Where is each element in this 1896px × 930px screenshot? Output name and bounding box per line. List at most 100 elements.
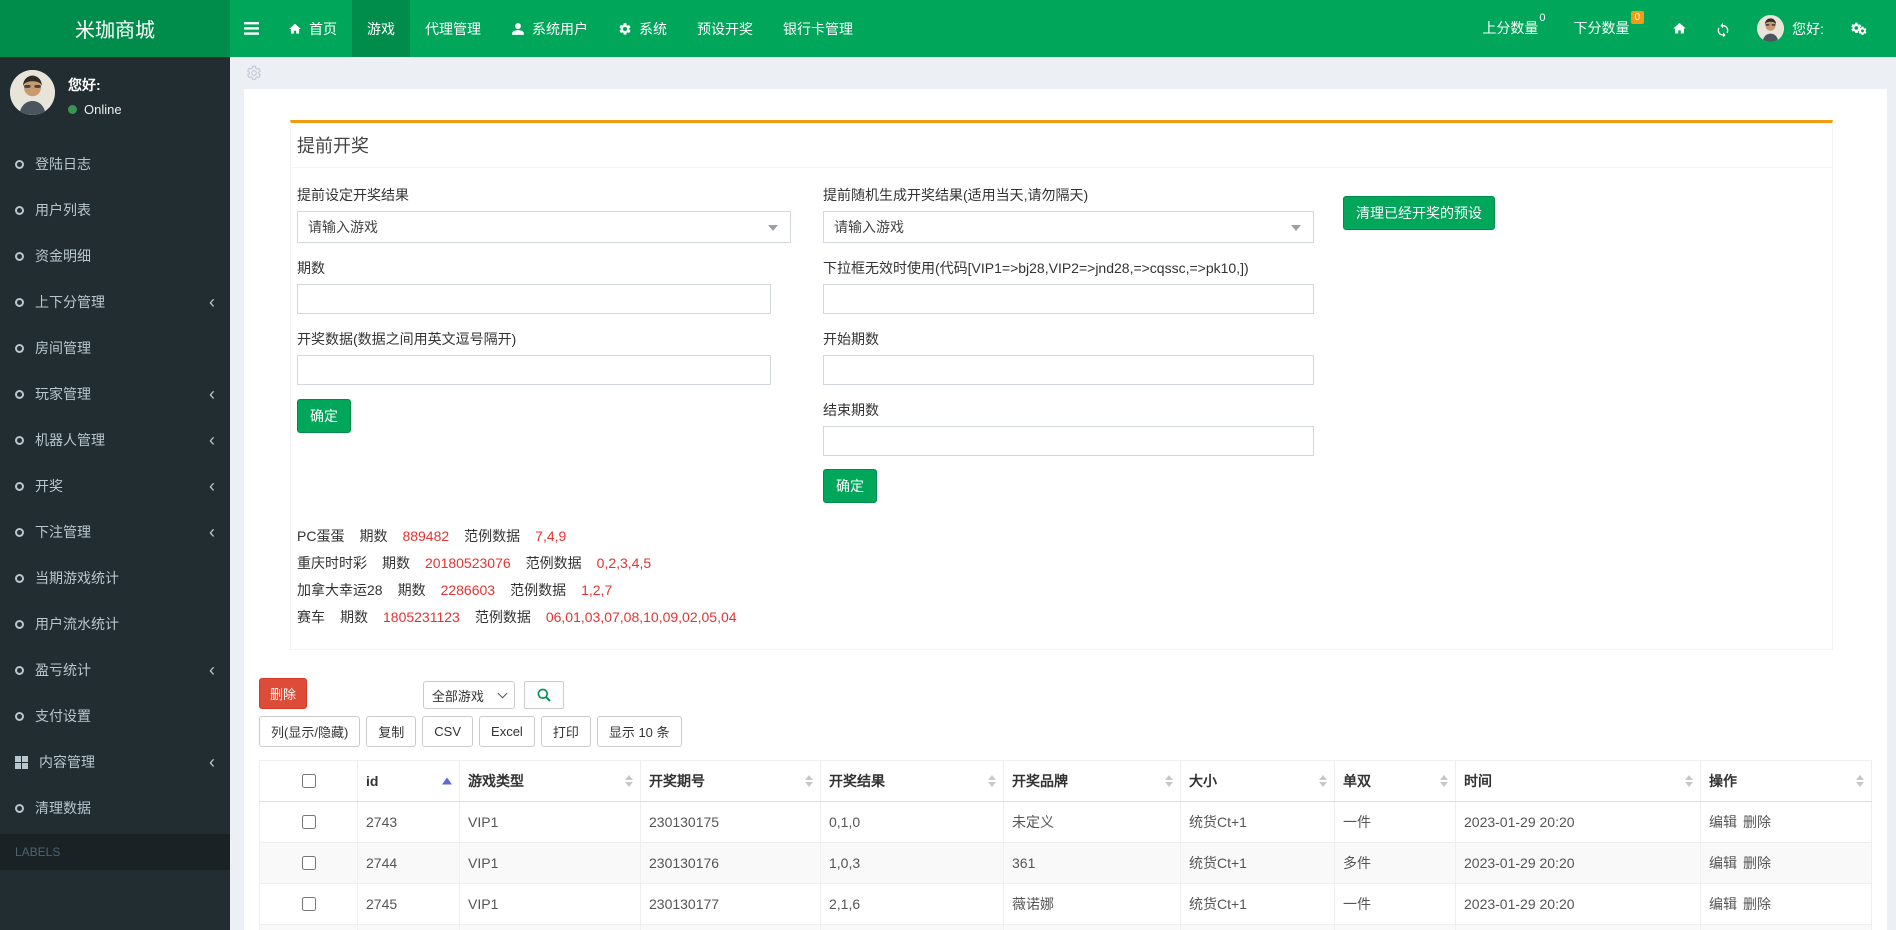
sidebar-item[interactable]: 用户列表: [0, 187, 230, 233]
sidebar-item[interactable]: 登陆日志: [0, 141, 230, 187]
column-header[interactable]: 操作: [1701, 761, 1872, 802]
clear-presets-button[interactable]: 清理已经开奖的预设: [1343, 196, 1495, 230]
sidebar-item[interactable]: 下注管理 ‹: [0, 509, 230, 555]
sidebar-item[interactable]: 用户流水统计: [0, 601, 230, 647]
cell-game-type: VIP1: [460, 843, 641, 884]
export-button[interactable]: 复制: [366, 716, 416, 747]
edit-link[interactable]: 编辑: [1709, 855, 1737, 871]
column-header[interactable]: 开奖品牌: [1004, 761, 1181, 802]
circle-icon: [15, 482, 24, 491]
row-checkbox[interactable]: [302, 897, 316, 911]
chevron-left-icon: ‹: [209, 297, 215, 307]
chevron-left-icon: ‹: [209, 389, 215, 399]
export-button[interactable]: 显示 10 条: [597, 716, 682, 747]
sidebar-item[interactable]: 当期游戏统计: [0, 555, 230, 601]
sidebar-item[interactable]: 上下分管理 ‹: [0, 279, 230, 325]
column-header[interactable]: id: [358, 761, 460, 802]
example-lines: PC蛋蛋 期数 889482 范例数据 7,4,9 重庆时时彩 期数 20180…: [297, 523, 1826, 631]
delete-link[interactable]: 删除: [1743, 855, 1771, 871]
row-checkbox[interactable]: [302, 856, 316, 870]
sidebar-toggle-button[interactable]: [230, 0, 273, 57]
select-all-checkbox[interactable]: [302, 774, 316, 788]
cell-parity: 一件: [1335, 884, 1456, 925]
sidebar-item[interactable]: 内容管理 ‹: [0, 739, 230, 785]
column-header[interactable]: 时间: [1456, 761, 1701, 802]
home-shortcut-button[interactable]: [1658, 0, 1701, 57]
delete-link[interactable]: 删除: [1743, 896, 1771, 912]
online-status: Online: [68, 102, 122, 117]
nav-item-preset-draw[interactable]: 预设开奖: [682, 0, 768, 57]
circle-icon: [15, 666, 24, 675]
row-checkbox[interactable]: [302, 815, 316, 829]
draw-data-input[interactable]: [297, 355, 771, 385]
example-sample-label: 范例数据: [464, 523, 520, 550]
sidebar-user-panel: 您好: Online: [0, 57, 230, 127]
gear-icon: [618, 22, 632, 36]
sidebar-item-label: 支付设置: [35, 706, 91, 726]
column-header[interactable]: 游戏类型: [460, 761, 641, 802]
refresh-button[interactable]: [1701, 0, 1745, 57]
random-result-label: 提前随机生成开奖结果(适用当天,请勿隔天): [823, 185, 1314, 205]
delete-selected-button[interactable]: 删除: [259, 678, 307, 709]
up-score-count: 0: [1539, 12, 1545, 24]
sidebar-item[interactable]: 盈亏统计 ‹: [0, 647, 230, 693]
sort-both-icon: [1685, 775, 1693, 787]
sidebar-item[interactable]: 开奖 ‹: [0, 463, 230, 509]
cell-id: 2746: [358, 925, 460, 930]
column-header-label: 时间: [1464, 773, 1492, 789]
search-button[interactable]: [524, 681, 564, 709]
nav-item-system-users[interactable]: 系统用户: [496, 0, 603, 57]
sidebar-greeting: 您好:: [68, 75, 122, 95]
edit-link[interactable]: 编辑: [1709, 814, 1737, 830]
nav-item-bank-cards[interactable]: 银行卡管理: [768, 0, 868, 57]
start-issue-input[interactable]: [823, 355, 1314, 385]
column-header[interactable]: 大小: [1181, 761, 1335, 802]
sidebar-item-label: 上下分管理: [35, 292, 105, 312]
nav-item-home[interactable]: 首页: [273, 0, 352, 57]
sidebar-item[interactable]: 清理数据: [0, 785, 230, 831]
cell-actions: 编辑删除: [1701, 884, 1872, 925]
sidebar-item[interactable]: 玩家管理 ‹: [0, 371, 230, 417]
column-header[interactable]: 开奖期号: [641, 761, 821, 802]
example-issue-label: 期数: [359, 523, 387, 550]
confirm-right-button[interactable]: 确定: [823, 469, 877, 503]
content-area: 提前开奖 提前设定开奖结果 请输入游戏 期数 开奖数据(数据之间用英文逗号隔: [230, 57, 1896, 930]
export-button[interactable]: Excel: [479, 716, 535, 747]
export-button[interactable]: CSV: [422, 716, 473, 747]
down-score-button[interactable]: 下分数量 0: [1560, 0, 1659, 57]
settings-button[interactable]: [1836, 0, 1882, 57]
fallback-code-input[interactable]: [823, 284, 1314, 314]
user-menu-button[interactable]: 您好:: [1745, 0, 1836, 57]
random-game-select[interactable]: 请输入游戏: [823, 211, 1314, 243]
game-select[interactable]: 请输入游戏: [297, 211, 791, 243]
confirm-left-button[interactable]: 确定: [297, 399, 351, 433]
delete-link[interactable]: 删除: [1743, 814, 1771, 830]
edit-link[interactable]: 编辑: [1709, 896, 1737, 912]
up-score-button[interactable]: 上分数量 0: [1468, 0, 1559, 57]
sidebar-item-label: 用户流水统计: [35, 614, 119, 634]
sidebar-item[interactable]: 资金明细: [0, 233, 230, 279]
sidebar-item[interactable]: 机器人管理 ‹: [0, 417, 230, 463]
issue-input[interactable]: [297, 284, 771, 314]
cell-issue: 230130175: [641, 802, 821, 843]
cell-brand: 361: [1004, 843, 1181, 884]
page-title: 提前开奖: [297, 136, 369, 156]
nav-item-agents[interactable]: 代理管理: [410, 0, 496, 57]
sidebar-item[interactable]: 支付设置: [0, 693, 230, 739]
sidebar-item-label: 清理数据: [35, 798, 91, 818]
export-button[interactable]: 打印: [541, 716, 591, 747]
game-filter-select[interactable]: 全部游戏: [423, 681, 515, 709]
nav-item-games[interactable]: 游戏: [352, 0, 410, 57]
end-issue-input[interactable]: [823, 426, 1314, 456]
nav-item-system[interactable]: 系统: [603, 0, 682, 57]
export-button[interactable]: 列(显示/隐藏): [259, 716, 360, 747]
cell-size: 统货Ct+1: [1181, 843, 1335, 884]
brand-logo[interactable]: 米珈商城: [0, 0, 230, 57]
cell-actions: 编辑删除: [1701, 802, 1872, 843]
nav-right-group: 上分数量 0 下分数量 0 您好:: [1468, 0, 1896, 57]
search-icon: [536, 687, 552, 703]
cell-brand: 未定义: [1004, 802, 1181, 843]
column-header[interactable]: 单双: [1335, 761, 1456, 802]
sidebar-item[interactable]: 房间管理: [0, 325, 230, 371]
column-header[interactable]: 开奖结果: [821, 761, 1004, 802]
